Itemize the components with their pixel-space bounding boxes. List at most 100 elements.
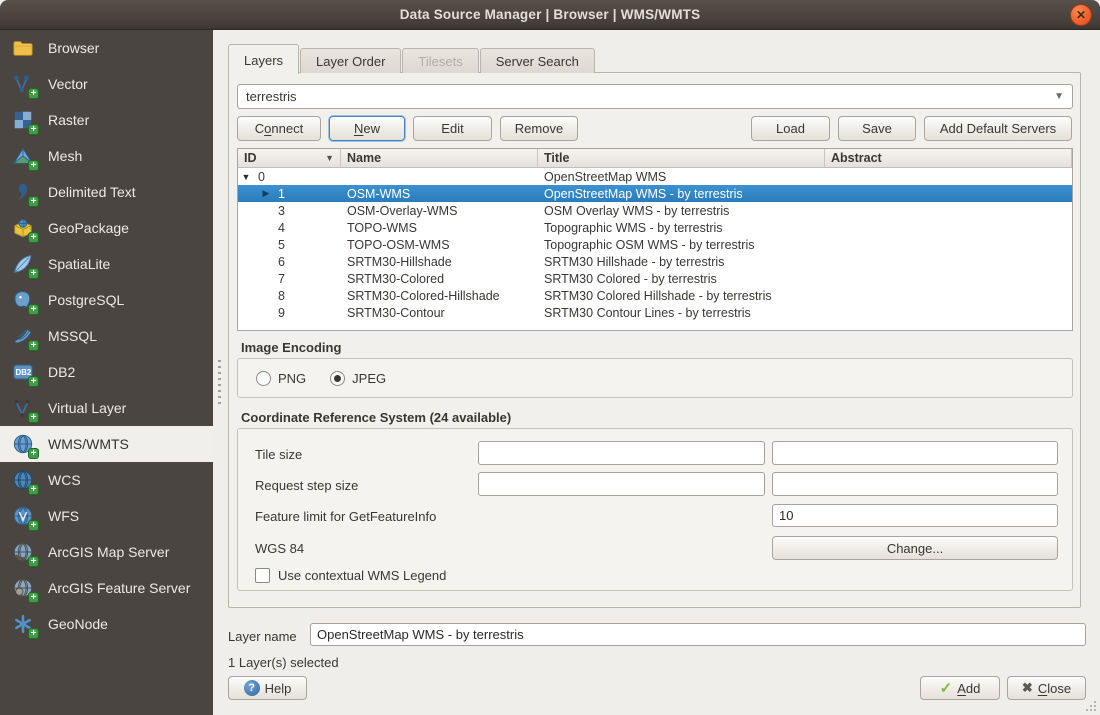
table-header-row: ID▼NameTitleAbstract [238, 149, 1072, 168]
table-row[interactable]: ▶1OSM-WMSOpenStreetMap WMS - by terrestr… [238, 185, 1072, 202]
column-header-title[interactable]: Title [538, 149, 825, 167]
request-step-width-input[interactable] [478, 472, 765, 496]
titlebar: Data Source Manager | Browser | WMS/WMTS… [0, 0, 1100, 30]
sidebar-item-raster[interactable]: +Raster [0, 102, 213, 138]
cell-abstract [825, 304, 1072, 321]
help-icon: ? [244, 680, 260, 696]
tile-size-width-input[interactable] [478, 441, 765, 465]
column-header-name[interactable]: Name [341, 149, 538, 167]
table-row[interactable]: 4TOPO-WMSTopographic WMS - by terrestris [238, 219, 1072, 236]
cell-id: 9 [238, 304, 341, 321]
cell-id: 8 [238, 287, 341, 304]
help-button[interactable]: ? Help [228, 676, 307, 700]
wfs-globe-icon: + [12, 503, 38, 529]
connection-select[interactable]: terrestris ▼ [237, 84, 1073, 109]
cell-name: SRTM30-Hillshade [341, 253, 538, 270]
sidebar-item-label: GeoNode [48, 616, 108, 632]
request-step-label: Request step size [255, 478, 358, 493]
radio-jpeg[interactable] [330, 371, 345, 386]
vector-icon: + [12, 71, 38, 97]
cell-title: OpenStreetMap WMS - by terrestris [538, 185, 825, 202]
expander-right-icon[interactable]: ▶ [260, 188, 272, 199]
cell-name: TOPO-WMS [341, 219, 538, 236]
plus-badge-icon: + [28, 160, 39, 171]
add-button[interactable]: ✓ Add [920, 676, 1000, 700]
data-source-manager-dialog: { "window": { "title": "Data Source Mana… [0, 0, 1100, 715]
load-button[interactable]: Load [751, 116, 830, 141]
remove-button[interactable]: Remove [500, 116, 578, 141]
close-x-icon: ✖ [1022, 680, 1033, 696]
tab-layers[interactable]: Layers [228, 44, 299, 74]
sidebar-item-mssql[interactable]: +MSSQL [0, 318, 213, 354]
sidebar-item-label: WFS [48, 508, 79, 524]
encoding-option-jpeg: JPEG [330, 371, 386, 386]
sidebar-item-label: Vector [48, 76, 88, 92]
tab-server-search[interactable]: Server Search [480, 48, 595, 73]
plus-badge-icon: + [28, 124, 39, 135]
layer-name-input[interactable] [310, 623, 1086, 646]
sidebar-item-vector[interactable]: + Vector [0, 66, 213, 102]
window-resize-grip[interactable] [1085, 700, 1097, 712]
sidebar-item-virtual-layer[interactable]: +Virtual Layer [0, 390, 213, 426]
column-header-abstract[interactable]: Abstract [825, 149, 1072, 167]
connect-button[interactable]: Connect [237, 116, 321, 141]
close-icon: ✕ [1076, 9, 1086, 21]
sidebar-item-label: ArcGIS Feature Server [48, 580, 190, 596]
sidebar-item-label: ArcGIS Map Server [48, 544, 169, 560]
sidebar-item-label: DB2 [48, 364, 75, 380]
feature-limit-label: Feature limit for GetFeatureInfo [255, 509, 436, 524]
cell-title: Topographic OSM WMS - by terrestris [538, 236, 825, 253]
sidebar-item-mesh[interactable]: +Mesh [0, 138, 213, 174]
sidebar-item-wcs[interactable]: +WCS [0, 462, 213, 498]
cell-name [341, 168, 538, 185]
sidebar-item-geonode[interactable]: +GeoNode [0, 606, 213, 642]
table-row[interactable]: 9SRTM30-ContourSRTM30 Contour Lines - by… [238, 304, 1072, 321]
feather-icon: + [12, 251, 38, 277]
sidebar-item-spatialite[interactable]: +SpatiaLite [0, 246, 213, 282]
radio-png[interactable] [256, 371, 271, 386]
table-row[interactable]: 3OSM-Overlay-WMSOSM Overlay WMS - by ter… [238, 202, 1072, 219]
edit-button[interactable]: Edit [413, 116, 492, 141]
mesh-icon: + [12, 143, 38, 169]
plus-badge-icon: + [28, 484, 39, 495]
column-header-id[interactable]: ID▼ [238, 149, 341, 167]
selected-crs-label: WGS 84 [255, 541, 304, 556]
sidebar-item-browser[interactable]: Browser [0, 30, 213, 66]
request-step-height-input[interactable] [772, 472, 1058, 496]
sidebar-item-arcgis-map-server[interactable]: +ArcGIS Map Server [0, 534, 213, 570]
new-button[interactable]: New [329, 116, 405, 141]
tile-size-height-input[interactable] [772, 441, 1058, 465]
cell-abstract [825, 253, 1072, 270]
selection-status: 1 Layer(s) selected [228, 655, 339, 670]
cell-name: SRTM30-Colored [341, 270, 538, 287]
layer-name-label: Layer name [228, 629, 297, 644]
sidebar-item-postgresql[interactable]: +PostgreSQL [0, 282, 213, 318]
change-crs-button[interactable]: Change... [772, 536, 1058, 560]
window-close-button[interactable]: ✕ [1070, 4, 1092, 26]
sidebar-item-label: GeoPackage [48, 220, 129, 236]
sidebar-item-wfs[interactable]: + WFS [0, 498, 213, 534]
feature-limit-input[interactable] [772, 504, 1058, 527]
sidebar-item-wms-wmts[interactable]: +WMS/WMTS [0, 426, 213, 462]
contextual-legend-label: Use contextual WMS Legend [278, 568, 446, 583]
sidebar-item-geopackage[interactable]: + GeoPackage [0, 210, 213, 246]
table-row[interactable]: 7SRTM30-ColoredSRTM30 Colored - by terre… [238, 270, 1072, 287]
expander-down-icon[interactable]: ▼ [240, 172, 252, 182]
table-row[interactable]: ▼0OpenStreetMap WMS [238, 168, 1072, 185]
cell-abstract [825, 287, 1072, 304]
table-row[interactable]: 6SRTM30-HillshadeSRTM30 Hillshade - by t… [238, 253, 1072, 270]
sidebar-item-delimited-text[interactable]: +Delimited Text [0, 174, 213, 210]
table-row[interactable]: 5TOPO-OSM-WMSTopographic OSM WMS - by te… [238, 236, 1072, 253]
sidebar-item-arcgis-feature-server[interactable]: +ArcGIS Feature Server [0, 570, 213, 606]
tab-layer-order[interactable]: Layer Order [300, 48, 401, 73]
table-row[interactable]: 8SRTM30-Colored-HillshadeSRTM30 Colored … [238, 287, 1072, 304]
close-button[interactable]: ✖ Close [1007, 676, 1086, 700]
save-button[interactable]: Save [838, 116, 916, 141]
cell-title: OSM Overlay WMS - by terrestris [538, 202, 825, 219]
sidebar-item-db2[interactable]: DB2+DB2 [0, 354, 213, 390]
contextual-legend-checkbox[interactable] [255, 568, 270, 583]
contextual-legend-row: Use contextual WMS Legend [255, 568, 446, 583]
sidebar-splitter-handle[interactable] [213, 30, 228, 715]
geopackage-icon: + [12, 215, 38, 241]
add-default-servers-button[interactable]: Add Default Servers [924, 116, 1072, 141]
